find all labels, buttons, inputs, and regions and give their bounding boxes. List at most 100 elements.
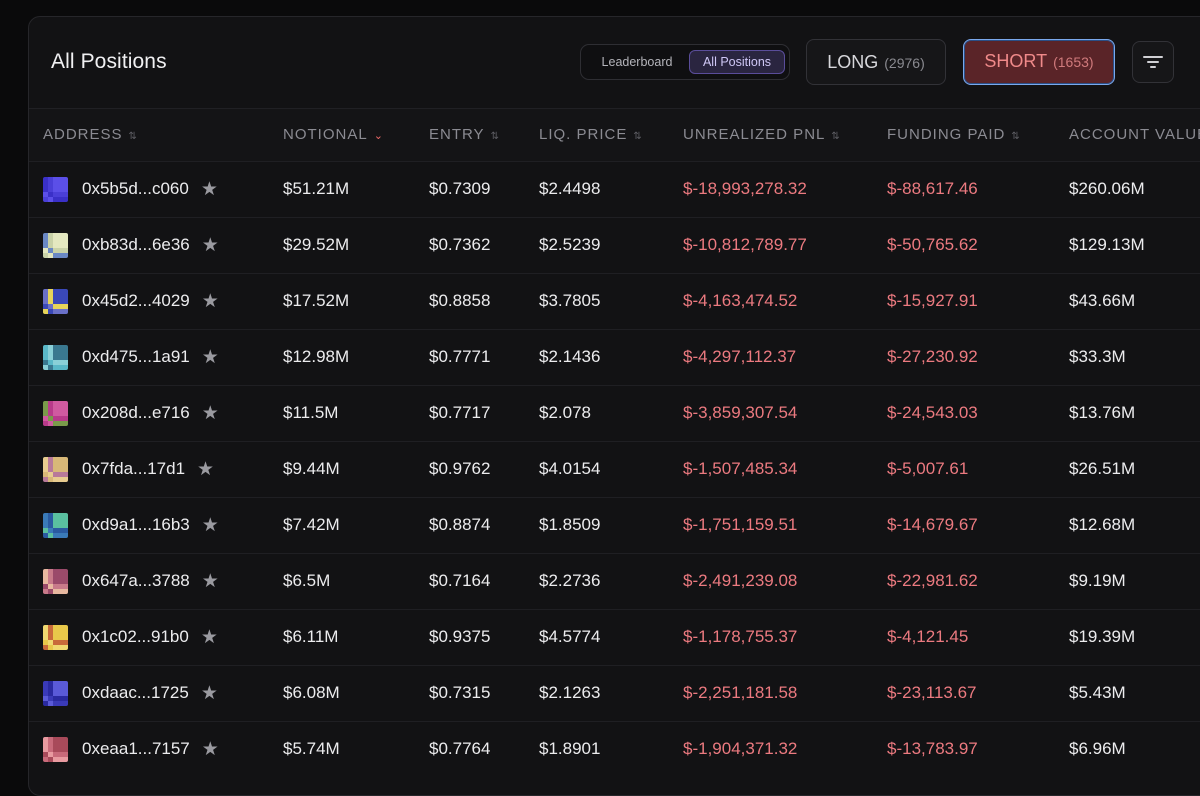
table-row[interactable]: 0xd475...1a91 ★ $12.98M $0.7771 $2.1436 $-4,2… <box>29 329 1200 385</box>
address-text[interactable]: 0xd475...1a91 <box>82 347 190 367</box>
avatar <box>43 400 68 426</box>
address-text[interactable]: 0x7fda...17d1 <box>82 459 185 479</box>
star-icon[interactable]: ★ <box>197 460 214 479</box>
table-row[interactable]: 0x1c02...91b0 ★ $6.11M $0.9375 $4.5774 $-1,17… <box>29 609 1200 665</box>
liq-price-cell: $4.5774 <box>539 627 601 646</box>
star-icon[interactable]: ★ <box>202 740 219 759</box>
column-header-address[interactable]: ADDRESS ⇅ <box>29 109 269 161</box>
column-header-funding-paid[interactable]: FUNDING PAID ⇅ <box>873 109 1055 161</box>
unrealized-pnl-cell: $-2,251,181.58 <box>683 683 798 702</box>
liq-price-cell: $2.078 <box>539 403 591 422</box>
notional-cell: $5.74M <box>283 739 340 759</box>
star-icon[interactable]: ★ <box>202 572 219 591</box>
notional-cell: $11.5M <box>283 403 339 422</box>
table-row[interactable]: 0xeaa1...7157 ★ $5.74M $0.7764 $1.8901 $-1,90… <box>29 721 1200 777</box>
table-row[interactable]: 0xdaac...1725 ★ $6.08M $0.7315 $2.1263 $-2,25… <box>29 665 1200 721</box>
address-text[interactable]: 0xeaa1...7157 <box>82 739 190 759</box>
column-header-account-value[interactable]: ACCOUNT VALUE <box>1055 109 1200 161</box>
entry-cell: $0.7164 <box>429 571 491 590</box>
address-text[interactable]: 0xdaac...1725 <box>82 683 189 703</box>
address-cell[interactable]: 0xdaac...1725 ★ <box>29 665 269 721</box>
account-value-cell: $260.06M <box>1069 179 1145 198</box>
address-text[interactable]: 0xb83d...6e36 <box>82 235 190 255</box>
segment-all-positions[interactable]: All Positions <box>689 50 785 74</box>
address-cell[interactable]: 0xeaa1...7157 ★ <box>29 721 269 777</box>
segment-leaderboard[interactable]: Leaderboard <box>589 50 685 74</box>
avatar <box>43 680 68 706</box>
chevron-down-icon: ⌄ <box>373 130 384 143</box>
table-row[interactable]: 0xb83d...6e36 ★ $29.52M $0.7362 $2.5239 $-10,… <box>29 217 1200 273</box>
entry-cell: $0.7309 <box>429 179 491 198</box>
star-icon[interactable]: ★ <box>201 684 218 703</box>
star-icon[interactable]: ★ <box>202 292 219 311</box>
table-row[interactable]: 0x7fda...17d1 ★ $9.44M $0.9762 $4.0154 $-1,50… <box>29 441 1200 497</box>
address-cell[interactable]: 0x647a...3788 ★ <box>29 553 269 609</box>
address-cell[interactable]: 0x7fda...17d1 ★ <box>29 441 269 497</box>
sort-icon: ⇅ <box>1011 131 1021 143</box>
column-header-entry[interactable]: ENTRY ⇅ <box>415 109 525 161</box>
star-icon[interactable]: ★ <box>202 516 219 535</box>
address-text[interactable]: 0xd9a1...16b3 <box>82 515 190 535</box>
account-value-cell: $9.19M <box>1069 571 1126 590</box>
avatar <box>43 456 68 482</box>
table-row[interactable]: 0x208d...e716 ★ $11.5M $0.7717 $2.078 $-3,859… <box>29 385 1200 441</box>
star-icon[interactable]: ★ <box>202 348 219 367</box>
star-icon[interactable]: ★ <box>202 404 219 423</box>
column-header-notional[interactable]: NOTIONAL ⌄ <box>269 109 415 161</box>
account-value-cell: $12.68M <box>1069 515 1136 534</box>
account-value-cell: $19.39M <box>1069 627 1136 646</box>
address-cell[interactable]: 0xd9a1...16b3 ★ <box>29 497 269 553</box>
address-cell[interactable]: 0x5b5d...c060 ★ <box>29 161 269 217</box>
avatar <box>43 176 68 202</box>
long-label: LONG <box>827 52 879 72</box>
long-filter-button[interactable]: LONG (2976) <box>806 39 946 85</box>
address-text[interactable]: 0x647a...3788 <box>82 571 190 591</box>
avatar <box>43 232 68 258</box>
table-row[interactable]: 0xd9a1...16b3 ★ $7.42M $0.8874 $1.8509 $-1,75… <box>29 497 1200 553</box>
funding-paid-cell: $-88,617.46 <box>887 179 978 198</box>
star-icon[interactable]: ★ <box>202 236 219 255</box>
address-text[interactable]: 0x1c02...91b0 <box>82 627 189 647</box>
address-cell[interactable]: 0xd475...1a91 ★ <box>29 329 269 385</box>
liq-price-cell: $2.2736 <box>539 571 601 590</box>
liq-price-cell: $2.1436 <box>539 347 601 366</box>
notional-cell: $9.44M <box>283 459 340 478</box>
address-text[interactable]: 0x208d...e716 <box>82 403 190 423</box>
filter-button[interactable] <box>1132 41 1174 83</box>
notional-cell: $29.52M <box>283 235 350 254</box>
unrealized-pnl-cell: $-1,751,159.51 <box>683 515 798 534</box>
star-icon[interactable]: ★ <box>201 628 218 647</box>
unrealized-pnl-cell: $-1,178,755.37 <box>683 627 798 646</box>
account-value-cell: $43.66M <box>1069 291 1136 310</box>
unrealized-pnl-cell: $-4,297,112.37 <box>683 347 797 366</box>
table-row[interactable]: 0x647a...3788 ★ $6.5M $0.7164 $2.2736 $-2,491… <box>29 553 1200 609</box>
unrealized-pnl-cell: $-18,993,278.32 <box>683 179 807 198</box>
account-value-cell: $6.96M <box>1069 739 1126 759</box>
star-icon[interactable]: ★ <box>201 180 218 199</box>
column-header-liq-price[interactable]: LIQ. PRICE ⇅ <box>525 109 669 161</box>
notional-cell: $12.98M <box>283 347 350 366</box>
avatar <box>43 568 68 594</box>
funding-paid-cell: $-24,543.03 <box>887 403 978 422</box>
account-value-cell: $5.43M <box>1069 683 1126 702</box>
table-row[interactable]: 0x5b5d...c060 ★ $51.21M $0.7309 $2.4498 $-18,… <box>29 161 1200 217</box>
notional-cell: $6.11M <box>283 627 339 646</box>
address-cell[interactable]: 0x45d2...4029 ★ <box>29 273 269 329</box>
funding-paid-cell: $-13,783.97 <box>887 739 978 759</box>
address-cell[interactable]: 0xb83d...6e36 ★ <box>29 217 269 273</box>
sort-icon: ⇅ <box>633 131 643 143</box>
table-row[interactable]: 0x45d2...4029 ★ $17.52M $0.8858 $3.7805 $-4,1… <box>29 273 1200 329</box>
unrealized-pnl-cell: $-4,163,474.52 <box>683 291 798 310</box>
column-header-unrealized-pnl[interactable]: UNREALIZED PNL ⇅ <box>669 109 873 161</box>
address-text[interactable]: 0x45d2...4029 <box>82 291 190 311</box>
entry-cell: $0.9762 <box>429 459 491 478</box>
entry-cell: $0.7362 <box>429 235 491 254</box>
notional-cell: $17.52M <box>283 291 350 310</box>
address-cell[interactable]: 0x1c02...91b0 ★ <box>29 609 269 665</box>
address-cell[interactable]: 0x208d...e716 ★ <box>29 385 269 441</box>
entry-cell: $0.8874 <box>429 515 491 534</box>
address-text[interactable]: 0x5b5d...c060 <box>82 179 189 199</box>
unrealized-pnl-cell: $-1,904,371.32 <box>683 739 798 759</box>
short-filter-button[interactable]: SHORT (1653) <box>963 39 1115 85</box>
positions-panel: All Positions Leaderboard All Positions … <box>28 16 1200 796</box>
